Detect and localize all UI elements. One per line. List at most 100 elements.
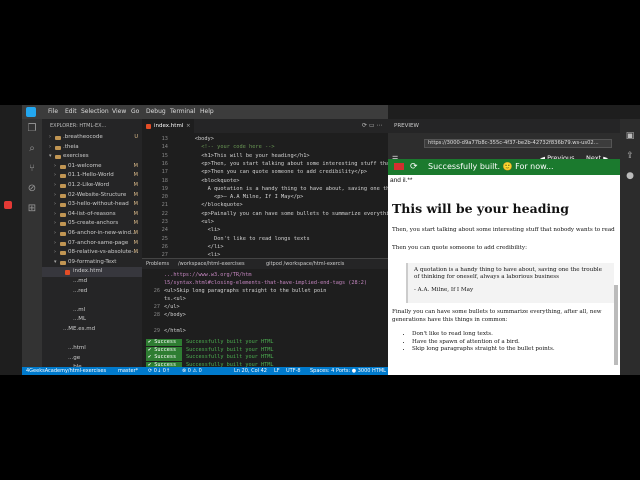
tree-file[interactable]: ...ME.es.md xyxy=(42,325,142,335)
terminal-output[interactable]: ...https://www.w3.org/TR/htm l5/syntax.ht… xyxy=(142,269,388,367)
tree-file[interactable]: ...ML xyxy=(42,315,142,325)
flag-icon[interactable] xyxy=(394,163,404,170)
preview-scrollbar[interactable] xyxy=(614,285,618,365)
tree-file[interactable] xyxy=(42,296,142,306)
tree-folder[interactable]: › 06-anchor-in-new-wind... M xyxy=(42,229,142,239)
tree-item-label: 04-list-of-reasons xyxy=(68,210,116,217)
line-number: 28 xyxy=(153,312,160,318)
menu-edit[interactable]: Edit xyxy=(65,105,77,119)
status-eol[interactable]: LF xyxy=(274,367,280,375)
code-text: Don't like to read longs texts xyxy=(214,235,310,242)
code-line[interactable]: 24 <li> xyxy=(142,226,388,234)
status-cursor-position[interactable]: Ln 20, Col 42 xyxy=(234,367,267,375)
folder-icon xyxy=(55,145,61,150)
share-icon[interactable]: ⇪ xyxy=(625,151,635,161)
rendered-page: and il.** This will be your heading Then… xyxy=(388,175,620,375)
preview-icon[interactable]: ▣ xyxy=(625,131,635,141)
tree-file[interactable]: ...md xyxy=(42,277,142,287)
quote-line-2: of thinking for oneself, always a labori… xyxy=(414,274,559,280)
tree-folder[interactable]: › 01.2-Like-Word M xyxy=(42,181,142,191)
terminal-line: 27 </ul> xyxy=(142,303,388,311)
status-ports[interactable]: Ports: ● 3000 xyxy=(336,367,370,375)
tree-folder[interactable]: ▾ exercises xyxy=(42,152,142,162)
git-status-badge: M xyxy=(133,230,138,236)
tree-folder[interactable]: › 01-welcome M xyxy=(42,162,142,172)
tab-terminal-workspace[interactable]: /workspace/html-exercises xyxy=(178,259,245,269)
code-line[interactable]: 16 <p>Then, you start talking about some … xyxy=(142,160,388,168)
tree-file[interactable]: ...ml xyxy=(42,306,142,316)
tree-file[interactable]: ...html xyxy=(42,344,142,354)
code-line[interactable]: 20 <p>— A.A Milne, If I May</p> xyxy=(142,193,388,201)
terminal-text: </body> xyxy=(164,312,186,318)
menu-view[interactable]: View xyxy=(112,105,126,119)
code-editor[interactable]: 13 <body> 14 <!-- your code here --> 15 <h1>T… xyxy=(142,133,388,271)
tree-item-label: 06-anchor-in-new-wind... xyxy=(68,230,137,236)
source-control-icon[interactable]: ⑂ xyxy=(26,163,38,175)
code-line[interactable]: 17 <p>Then you can quote someone to add c… xyxy=(142,168,388,176)
tree-folder[interactable]: › 03-hello-without-head M xyxy=(42,200,142,210)
tree-folder[interactable]: › .breatheocode U xyxy=(42,133,142,143)
tree-file[interactable] xyxy=(42,335,142,345)
tree-folder[interactable]: › 07-anchor-same-page M xyxy=(42,239,142,249)
menu-go[interactable]: Go xyxy=(131,105,139,119)
menu-selection[interactable]: Selection xyxy=(81,105,109,119)
github-icon[interactable]: ● xyxy=(625,171,635,181)
success-badge: ✔ Success xyxy=(146,354,182,361)
code-line[interactable]: 25 Don't like to read longs texts xyxy=(142,235,388,243)
tree-item-label: 05-create-anchors xyxy=(68,220,119,227)
search-icon[interactable]: ⌕ xyxy=(26,143,38,155)
code-line[interactable]: 14 <!-- your code here --> xyxy=(142,143,388,151)
status-branch[interactable]: master* xyxy=(118,367,138,375)
code-line[interactable]: 21 </blockquote> xyxy=(142,201,388,209)
tab-problems[interactable]: Problems xyxy=(146,259,169,269)
tree-file[interactable]: ...ge xyxy=(42,354,142,364)
status-language[interactable]: HTML xyxy=(372,367,386,375)
code-line[interactable]: 19 A quotation is a handy thing to have a… xyxy=(142,185,388,193)
close-icon[interactable]: × xyxy=(186,119,191,133)
url-bar[interactable]: https://3000-d9a77b8c-355c-4f37-be2b-427… xyxy=(424,139,612,148)
debug-icon[interactable]: ⊘ xyxy=(26,183,38,195)
tree-folder[interactable]: › 02-Website-Structure M xyxy=(42,191,142,201)
success-row: ✔ Success Successfully built your HTML xyxy=(142,339,388,346)
refresh-icon[interactable]: ⟳ xyxy=(410,159,418,175)
extensions-icon[interactable]: ⊞ xyxy=(26,203,38,215)
tree-folder[interactable]: ▾ 09-formating-Text xyxy=(42,258,142,268)
status-repo[interactable]: 4GeeksAcademy/html-exercises xyxy=(26,367,106,375)
status-spaces[interactable]: Spaces: 4 xyxy=(310,367,334,375)
code-line[interactable]: 23 <ul> xyxy=(142,218,388,226)
menu-debug[interactable]: Debug xyxy=(146,105,166,119)
editor-tab-index-html[interactable]: index.html × xyxy=(142,119,194,133)
editor-actions[interactable]: ⟳ ▭ ⋯ xyxy=(362,119,388,133)
tree-folder[interactable]: › 01.1-Hello-World M xyxy=(42,171,142,181)
menu-help[interactable]: Help xyxy=(200,105,214,119)
menu-terminal[interactable]: Terminal xyxy=(170,105,195,119)
terminal-text: ...https://www.w3.org/TR/htm xyxy=(164,272,252,278)
code-text: A quotation is a handy thing to have abo… xyxy=(207,185,388,192)
status-sync[interactable]: ⟳ 0↓ 0↑ xyxy=(148,367,170,375)
tree-folder[interactable]: › 05-create-anchors M xyxy=(42,219,142,229)
paragraph-3-line-1: Finally you can have some bullets to sum… xyxy=(392,309,602,315)
html-file-icon xyxy=(65,269,70,275)
code-line[interactable]: 26 </li> xyxy=(142,243,388,251)
code-line[interactable]: 13 <body> xyxy=(142,135,388,143)
tree-file[interactable]: index.html xyxy=(42,267,142,277)
tree-item-label: ...md xyxy=(73,278,88,284)
line-number: 19 xyxy=(161,185,168,192)
code-text: <blockquote> xyxy=(201,177,240,184)
folder-icon xyxy=(55,136,61,140)
tab-terminal-gitpod[interactable]: gitpod /workspace/html-exercis xyxy=(266,259,344,269)
files-icon[interactable]: ❐ xyxy=(26,123,38,135)
folder-icon xyxy=(60,260,66,265)
tree-folder[interactable]: › 04-list-of-reasons M xyxy=(42,210,142,220)
status-problems[interactable]: ⊗ 0 ⚠ 0 xyxy=(182,367,202,375)
code-line[interactable]: 22 <p>Painally you can have some bullets … xyxy=(142,210,388,218)
code-line[interactable]: 15 <h1>This will be your heading</h1> xyxy=(142,152,388,160)
menu-file[interactable]: File xyxy=(48,105,58,119)
code-line[interactable]: 18 <blockquote> xyxy=(142,177,388,185)
success-message: Successfully built your HTML xyxy=(186,354,274,360)
tree-folder[interactable]: › 08-relative-vs-absolute-... M xyxy=(42,248,142,258)
blockquote: A quotation is a handy thing to have abo… xyxy=(406,263,614,303)
status-encoding[interactable]: UTF-8 xyxy=(286,367,301,375)
tree-folder[interactable]: › .theia xyxy=(42,143,142,153)
tree-file[interactable]: ...red xyxy=(42,287,142,297)
